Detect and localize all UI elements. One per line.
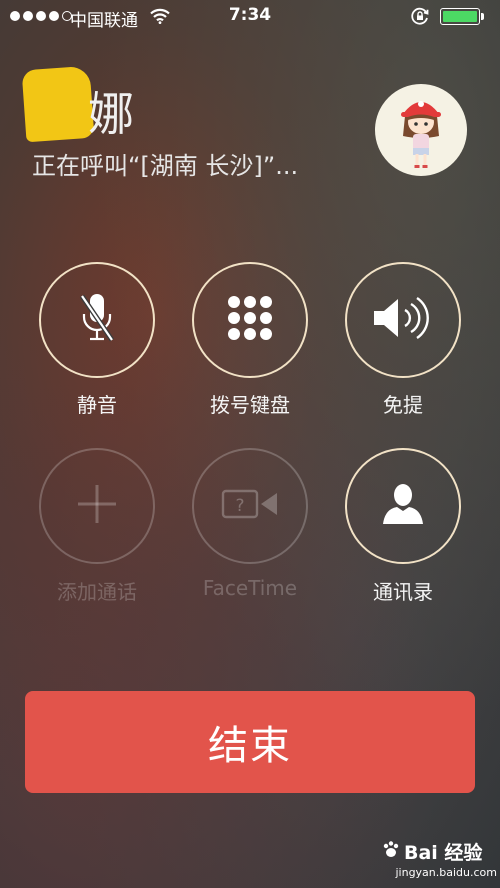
speaker-button[interactable] [345,262,461,378]
add-call-label: 添加通话 [57,580,137,604]
battery-tip [481,13,484,20]
caller-name: 娜 [88,87,134,141]
facetime-label: FaceTime [202,576,298,600]
watermark-url: jingyan.baidu.com [395,866,497,879]
keypad-icon [226,294,274,346]
watermark-brand-text: Bai 经验 [404,842,483,864]
battery-level-fill [443,11,477,22]
end-call-button[interactable]: 结束 [25,691,475,793]
speaker-icon [372,294,434,346]
mute-button[interactable] [39,262,155,378]
status-bar: 中国联通 7:34 [0,0,500,34]
keypad-label: 拨号键盘 [210,393,290,417]
rotation-lock-icon [410,6,430,31]
contact-icon [381,482,425,530]
paw-icon [382,840,400,863]
speaker-label: 免提 [383,393,423,417]
keypad-button[interactable] [192,262,308,378]
contacts-label: 通讯录 [373,580,433,604]
add-call-button[interactable] [39,448,155,564]
watermark: Bai 经验 jingyan.baidu.com [382,838,497,879]
call-status-text: 正在呼叫“[湖南 长沙]”... [32,152,299,180]
end-call-label: 结束 [208,723,292,769]
redaction-mark [21,65,95,143]
plus-icon [76,483,118,529]
contacts-button[interactable] [345,448,461,564]
watermark-brand: Bai 经验 [382,838,497,865]
caller-avatar [375,84,467,176]
mute-label: 静音 [77,393,117,417]
facetime-button[interactable]: ? [192,448,308,564]
mic-off-icon [77,290,117,350]
facetime-icon: ? [221,489,279,523]
svg-text:?: ? [235,496,244,516]
battery-icon [440,8,480,25]
